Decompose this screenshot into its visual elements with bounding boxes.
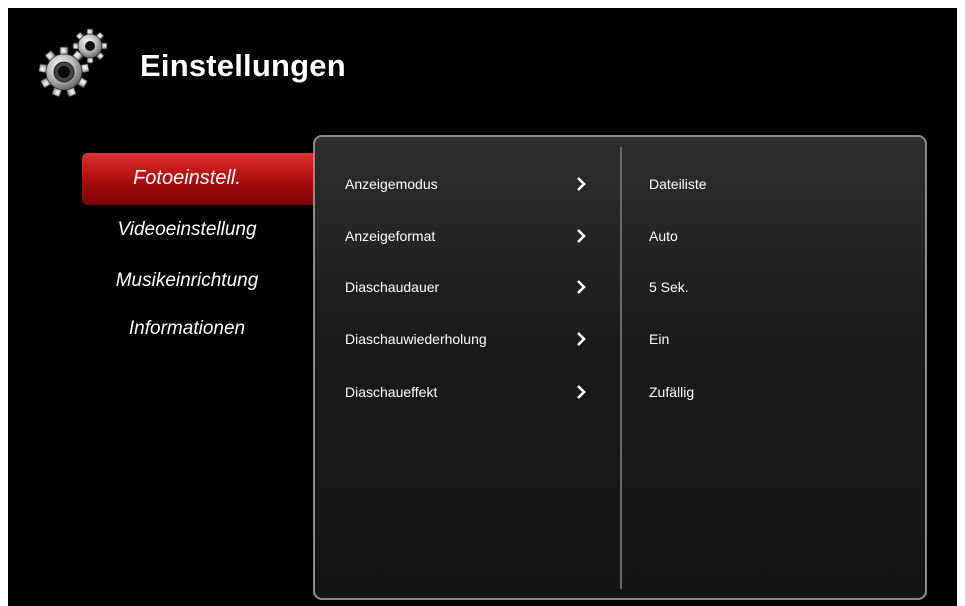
setting-row-anzeigemodus[interactable]: Anzeigemodus Dateiliste [315, 166, 925, 206]
chevron-right-icon [577, 280, 586, 294]
setting-value: Zufällig [649, 384, 695, 400]
chevron-right-icon [577, 229, 586, 243]
sidebar-item-label: Fotoeinstell. [133, 167, 241, 189]
setting-row-diaschauwiederholung[interactable]: Diaschauwiederholung Ein [315, 321, 925, 361]
setting-value: Auto [649, 228, 678, 244]
settings-screen: Einstellungen Fotoeinstell. Videoeinstel… [8, 8, 957, 606]
chevron-right-icon [577, 177, 586, 191]
setting-row-anzeigeformat[interactable]: Anzeigeformat Auto [315, 218, 925, 258]
sidebar-item-videoeinstellung[interactable]: Videoeinstellung [82, 205, 334, 257]
setting-value: Dateiliste [649, 176, 707, 192]
header: Einstellungen [8, 8, 957, 118]
setting-row-diaschaueffekt[interactable]: Diaschaueffekt Zufällig [315, 374, 925, 414]
setting-value: Ein [649, 331, 670, 347]
column-divider [620, 147, 622, 589]
setting-label: Anzeigemodus [345, 176, 438, 192]
sidebar-item-musikeinrichtung[interactable]: Musikeinrichtung [82, 256, 334, 308]
page-title: Einstellungen [140, 48, 346, 83]
sidebar-item-label: Musikeinrichtung [115, 270, 259, 291]
sidebar-item-informationen[interactable]: Informationen [82, 304, 334, 356]
setting-label: Diaschauwiederholung [345, 331, 487, 347]
chevron-right-icon [577, 332, 586, 346]
sidebar-item-fotoeinstellungen[interactable]: Fotoeinstell. [82, 153, 334, 205]
sidebar-item-label: Videoeinstellung [117, 219, 257, 240]
gear-icon [38, 28, 108, 97]
setting-label: Diaschaudauer [345, 279, 440, 295]
setting-label: Anzeigeformat [345, 228, 436, 244]
setting-row-diaschaudauer[interactable]: Diaschaudauer 5 Sek. [315, 269, 925, 309]
sidebar: Fotoeinstell. Videoeinstellung Musikeinr… [8, 148, 338, 408]
sidebar-item-label: Informationen [128, 318, 246, 339]
chevron-right-icon [577, 385, 586, 399]
settings-panel: Anzeigemodus Dateiliste Anzeigeformat Au… [313, 135, 927, 600]
setting-label: Diaschaueffekt [345, 384, 438, 400]
setting-value: 5 Sek. [649, 279, 689, 295]
